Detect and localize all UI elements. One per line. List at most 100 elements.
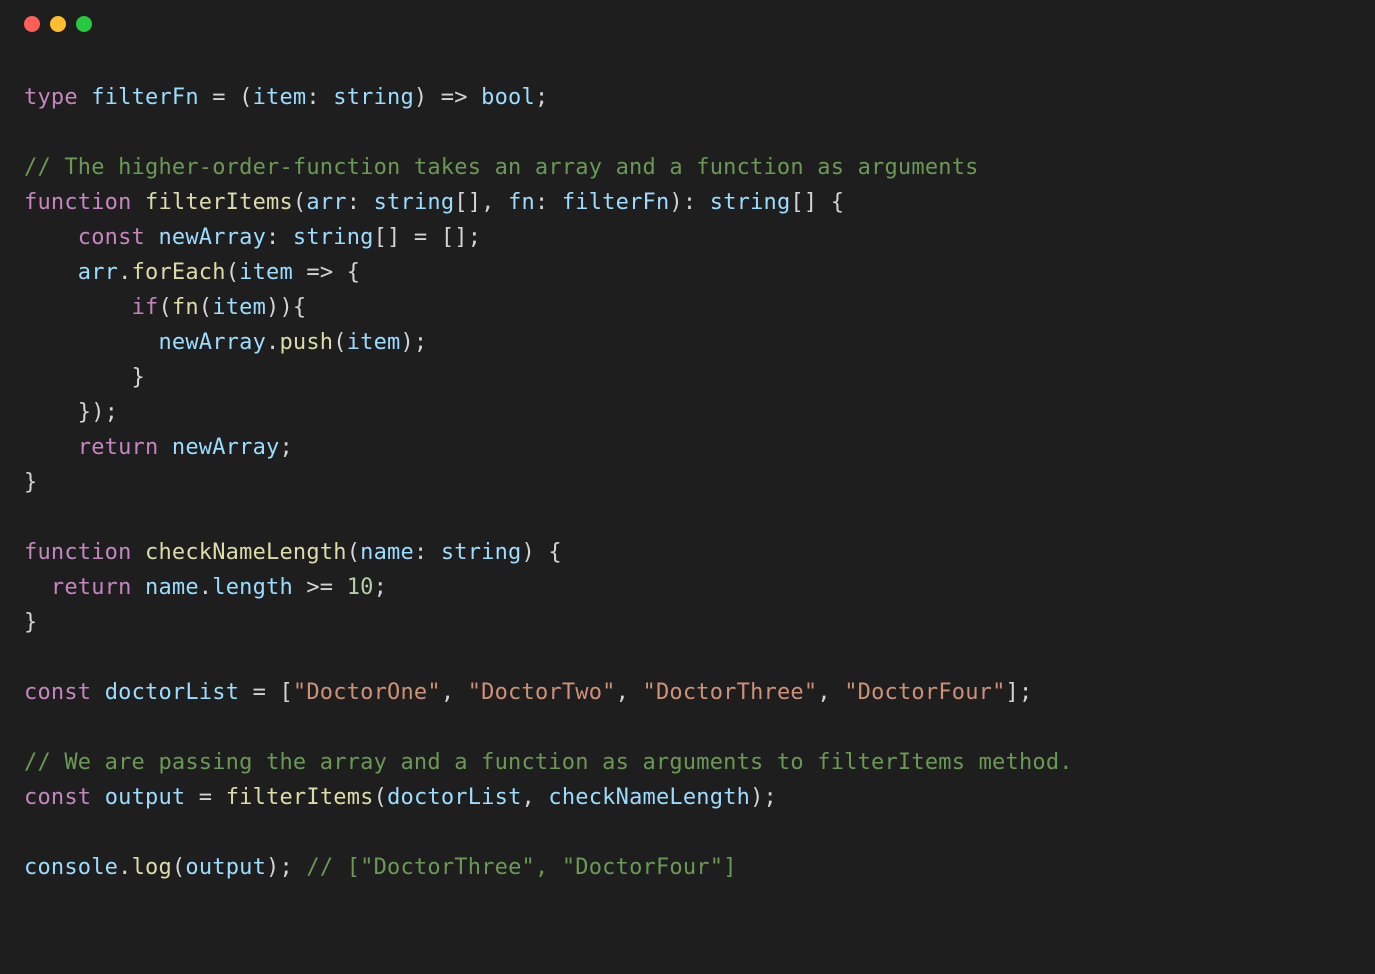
code-token: "DoctorTwo" [468,680,616,705]
code-token: name [360,540,414,565]
code-token: const [24,785,91,810]
code-token: . [199,575,212,600]
code-token: filterFn [91,85,199,110]
code-line: const output = filterItems(doctorList, c… [24,780,1351,815]
code-token: "DoctorThree" [643,680,818,705]
code-token [24,330,158,355]
code-token [24,435,78,460]
code-token: fn [172,295,199,320]
code-token: name [145,575,199,600]
code-token: type [24,85,78,110]
code-token: ) { [522,540,562,565]
code-token: ; [535,85,548,110]
code-token [132,575,145,600]
code-line [24,815,1351,850]
code-token: ]; [1006,680,1033,705]
code-token: function [24,540,132,565]
code-token: doctorList [387,785,521,810]
code-token: output [185,855,266,880]
code-token [91,680,104,705]
code-line [24,500,1351,535]
code-token: ( [293,190,306,215]
code-token: // We are passing the array and a functi… [24,750,1073,775]
code-token: . [266,330,279,355]
code-line: } [24,360,1351,395]
code-token: : [347,190,374,215]
code-line: console.log(output); // ["DoctorThree", … [24,850,1351,885]
code-token: arr [78,260,118,285]
code-token: forEach [132,260,226,285]
code-line: return name.length >= 10; [24,570,1351,605]
code-token [24,575,51,600]
maximize-icon[interactable] [76,16,92,32]
code-token: = [ [239,680,293,705]
code-token: if [132,295,159,320]
code-token: return [78,435,159,460]
code-token: ( [226,260,239,285]
titlebar [0,0,1375,48]
code-line [24,115,1351,150]
code-token: = ( [199,85,253,110]
code-token: ); [400,330,427,355]
code-token: } [24,610,37,635]
code-token: , [522,785,549,810]
code-token: . [118,855,131,880]
code-line: // We are passing the array and a functi… [24,745,1351,780]
code-token: ( [172,855,185,880]
code-token: return [51,575,132,600]
close-icon[interactable] [24,16,40,32]
code-token: : [266,225,293,250]
code-token: newArray [172,435,280,460]
code-token: filterItems [226,785,374,810]
code-token: )){ [266,295,306,320]
code-token: [], [454,190,508,215]
code-editor[interactable]: type filterFn = (item: string) => bool; … [0,48,1375,909]
code-token: ; [279,435,292,460]
code-token: ( [374,785,387,810]
code-token: filterFn [562,190,670,215]
code-line: } [24,605,1351,640]
minimize-icon[interactable] [50,16,66,32]
code-token [24,260,78,285]
code-token: . [118,260,131,285]
code-line: const newArray: string[] = []; [24,220,1351,255]
code-token: newArray [158,330,266,355]
code-token: item [347,330,401,355]
code-token: ; [374,575,387,600]
code-line: newArray.push(item); [24,325,1351,360]
code-line: type filterFn = (item: string) => bool; [24,80,1351,115]
code-token: ); [750,785,777,810]
code-token: ( [199,295,212,320]
code-token: "DoctorFour" [844,680,1005,705]
code-token: [] = []; [374,225,482,250]
code-token: } [24,365,145,390]
code-token: string [710,190,791,215]
code-token: function [24,190,132,215]
code-token [132,540,145,565]
code-line: }); [24,395,1351,430]
code-token: 10 [347,575,374,600]
code-token: , [817,680,844,705]
code-token: item [253,85,307,110]
code-token: length [212,575,293,600]
code-token [24,295,132,320]
code-token: item [212,295,266,320]
code-token: : [306,85,333,110]
code-token: } [24,470,37,495]
code-token: "DoctorOne" [293,680,441,705]
code-token: ( [347,540,360,565]
code-token: , [441,680,468,705]
code-token: checkNameLength [548,785,750,810]
code-token [78,85,91,110]
code-token: filterItems [145,190,293,215]
code-window: type filterFn = (item: string) => bool; … [0,0,1375,974]
code-token: ( [158,295,171,320]
code-token: ); [266,855,306,880]
code-token: ) => [414,85,481,110]
code-token: console [24,855,118,880]
code-token: arr [306,190,346,215]
code-token [132,190,145,215]
code-line: arr.forEach(item => { [24,255,1351,290]
code-token: = [185,785,225,810]
code-token: // The higher-order-function takes an ar… [24,155,979,180]
